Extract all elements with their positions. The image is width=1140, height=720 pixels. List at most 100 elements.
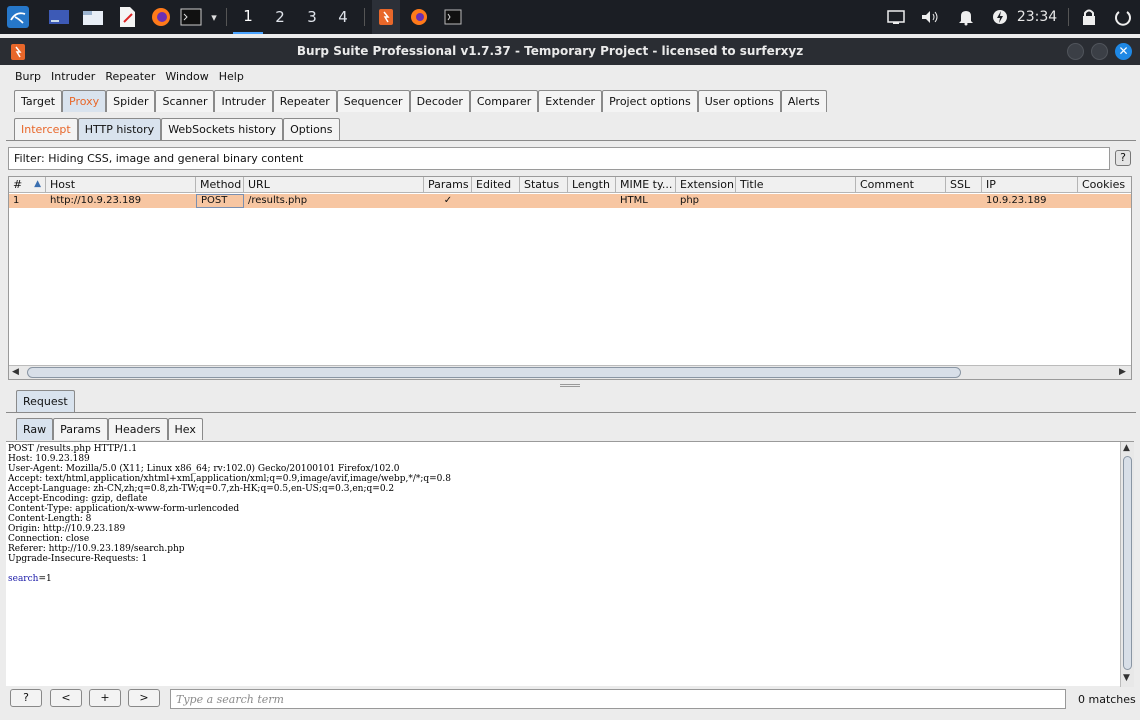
menu-intruder[interactable]: Intruder [46, 70, 100, 83]
tab-decoder[interactable]: Decoder [409, 90, 470, 112]
tab-params[interactable]: Params [53, 418, 108, 440]
cell-ip: 10.9.23.189 [986, 195, 1047, 206]
scroll-left-icon[interactable]: ◀ [12, 367, 19, 377]
menu-burp[interactable]: Burp [10, 70, 46, 83]
menubar: Burp Intruder Repeater Window Help [0, 65, 1140, 87]
column-header-mime-type[interactable]: MIME ty... [616, 177, 676, 193]
file-manager-icon[interactable] [80, 0, 106, 34]
display-icon[interactable] [884, 0, 908, 34]
cell-edited [472, 194, 520, 208]
notifications-bell-icon[interactable] [954, 0, 978, 34]
tab-intercept[interactable]: Intercept [14, 118, 78, 140]
workspace-1[interactable]: 1 [233, 0, 263, 34]
clock[interactable]: 23:34 [1014, 0, 1060, 34]
tab-spider[interactable]: Spider [106, 90, 156, 112]
tab-intruder[interactable]: Intruder [214, 90, 273, 112]
tab-http-history[interactable]: HTTP history [77, 118, 162, 140]
terminal-task-icon[interactable] [440, 0, 466, 34]
tab-proxy-options[interactable]: Options [283, 118, 340, 140]
tab-scanner[interactable]: Scanner [155, 90, 215, 112]
filter-text: Filter: Hiding CSS, image and general bi… [14, 152, 304, 165]
column-header-url[interactable]: URL [244, 177, 424, 193]
filter-help-button[interactable]: ? [1115, 150, 1131, 166]
menu-repeater[interactable]: Repeater [100, 70, 160, 83]
header-origin: Origin: http://10.9.23.189 [8, 524, 126, 534]
column-header-ssl[interactable]: SSL [946, 177, 982, 193]
minimize-button[interactable] [1067, 43, 1084, 60]
next-match-button[interactable]: > [128, 689, 160, 707]
column-header-comment[interactable]: Comment [856, 177, 946, 193]
chevron-down-icon[interactable]: ▾ [206, 0, 222, 34]
raw-request-editor[interactable]: POST /results.php HTTP/1.1 Host: 10.9.23… [6, 441, 1134, 687]
tab-alerts[interactable]: Alerts [780, 90, 827, 112]
horizontal-scrollbar[interactable]: ◀ ▶ [9, 365, 1131, 379]
column-header-params[interactable]: Params [424, 177, 472, 193]
workspace-4[interactable]: 4 [328, 0, 358, 34]
request-text[interactable]: POST /results.php HTTP/1.1 Host: 10.9.23… [6, 442, 1134, 586]
previous-match-button[interactable]: < [50, 689, 82, 707]
workspace-3[interactable]: 3 [297, 0, 327, 34]
text-editor-icon[interactable] [114, 0, 140, 34]
column-header-num[interactable]: # ▲ [9, 177, 46, 193]
tab-websockets-history[interactable]: WebSockets history [161, 118, 284, 140]
kali-menu-icon[interactable] [4, 0, 32, 34]
menu-window[interactable]: Window [160, 70, 213, 83]
vertical-scrollbar[interactable]: ▲ ▼ [1120, 442, 1134, 687]
tab-hex[interactable]: Hex [167, 418, 203, 440]
scrollbar-thumb[interactable] [1123, 456, 1132, 670]
lock-screen-icon[interactable] [1078, 0, 1100, 34]
search-options-button[interactable]: + [89, 689, 121, 707]
column-header-cookies[interactable]: Cookies [1078, 177, 1131, 193]
scroll-right-icon[interactable]: ▶ [1119, 367, 1126, 377]
cell-cookies [1078, 194, 1131, 208]
scroll-down-icon[interactable]: ▼ [1123, 673, 1130, 683]
proxy-tabs: Intercept HTTP history WebSockets histor… [14, 118, 340, 140]
cell-host: http://10.9.23.189 [50, 195, 142, 206]
column-header-extension[interactable]: Extension [676, 177, 736, 193]
header-upgrade-insecure-requests: Upgrade-Insecure-Requests: 1 [8, 554, 148, 564]
firefox-icon[interactable] [148, 0, 174, 34]
column-header-host[interactable]: Host [46, 177, 196, 193]
scrollbar-thumb[interactable] [27, 367, 961, 378]
column-header-title[interactable]: Title [736, 177, 856, 193]
column-header-method[interactable]: Method [196, 177, 244, 193]
tab-sequencer[interactable]: Sequencer [336, 90, 410, 112]
column-header-edited[interactable]: Edited [472, 177, 520, 193]
burp-task-icon[interactable] [372, 0, 400, 34]
cell-comment [856, 194, 946, 208]
tab-raw[interactable]: Raw [16, 418, 54, 440]
table-row[interactable]: 1 http://10.9.23.189 POST /results.php ✓… [9, 194, 1131, 208]
cell-extension: php [680, 195, 700, 206]
header-connection: Connection: close [8, 534, 90, 544]
tab-extender[interactable]: Extender [538, 90, 603, 112]
column-header-status[interactable]: Status [520, 177, 568, 193]
tab-repeater[interactable]: Repeater [272, 90, 337, 112]
filter-bar[interactable]: Filter: Hiding CSS, image and general bi… [8, 147, 1110, 170]
volume-icon[interactable] [918, 0, 942, 34]
tab-comparer[interactable]: Comparer [469, 90, 539, 112]
logout-icon[interactable] [1112, 0, 1134, 34]
tab-divider [6, 412, 1136, 413]
tab-request[interactable]: Request [16, 390, 75, 412]
scroll-up-icon[interactable]: ▲ [1123, 443, 1130, 453]
burp-window: Burp Suite Professional v1.7.37 - Tempor… [0, 38, 1140, 720]
search-help-button[interactable]: ? [10, 689, 42, 707]
close-button[interactable]: ✕ [1115, 43, 1132, 60]
tab-user-options[interactable]: User options [697, 90, 781, 112]
firefox-task-icon[interactable] [406, 0, 432, 34]
desktop-icon[interactable] [46, 0, 72, 34]
workspace-2[interactable]: 2 [265, 0, 295, 34]
search-input[interactable] [170, 689, 1066, 709]
power-manager-icon[interactable] [988, 0, 1012, 34]
window-title: Burp Suite Professional v1.7.37 - Tempor… [296, 44, 804, 58]
menu-help[interactable]: Help [214, 70, 249, 83]
tab-target[interactable]: Target [14, 90, 63, 112]
tab-headers[interactable]: Headers [107, 418, 168, 440]
tab-proxy[interactable]: Proxy [62, 90, 107, 112]
column-header-length[interactable]: Length [568, 177, 616, 193]
maximize-button[interactable] [1091, 43, 1108, 60]
pane-splitter[interactable] [560, 384, 580, 387]
tab-project-options[interactable]: Project options [602, 90, 698, 112]
column-header-ip[interactable]: IP [982, 177, 1078, 193]
terminal-icon[interactable] [178, 0, 204, 34]
